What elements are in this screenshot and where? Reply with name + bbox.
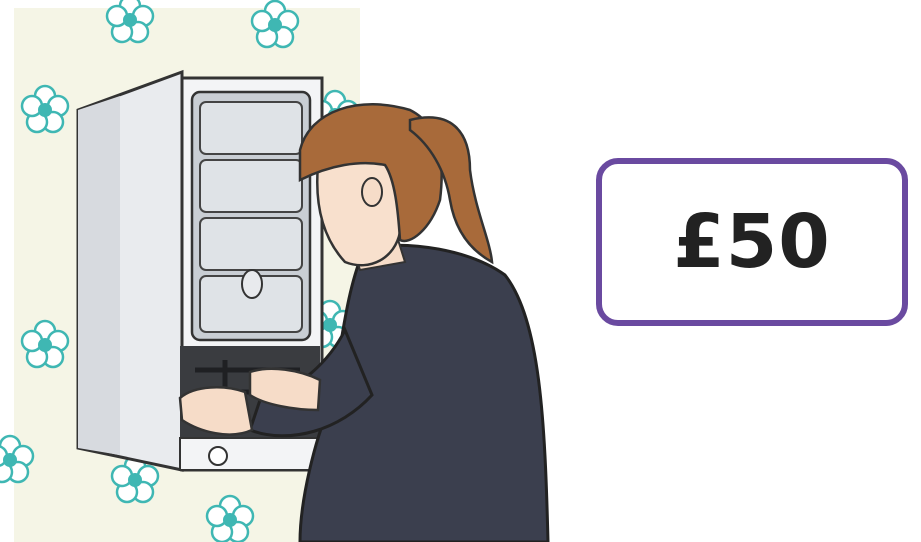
price-card: £50 bbox=[596, 158, 908, 326]
wallpaper-flower bbox=[105, 0, 155, 44]
wallpaper-flower bbox=[250, 0, 300, 49]
boiler-repair-illustration bbox=[0, 0, 550, 542]
price-label: £50 bbox=[673, 199, 831, 285]
